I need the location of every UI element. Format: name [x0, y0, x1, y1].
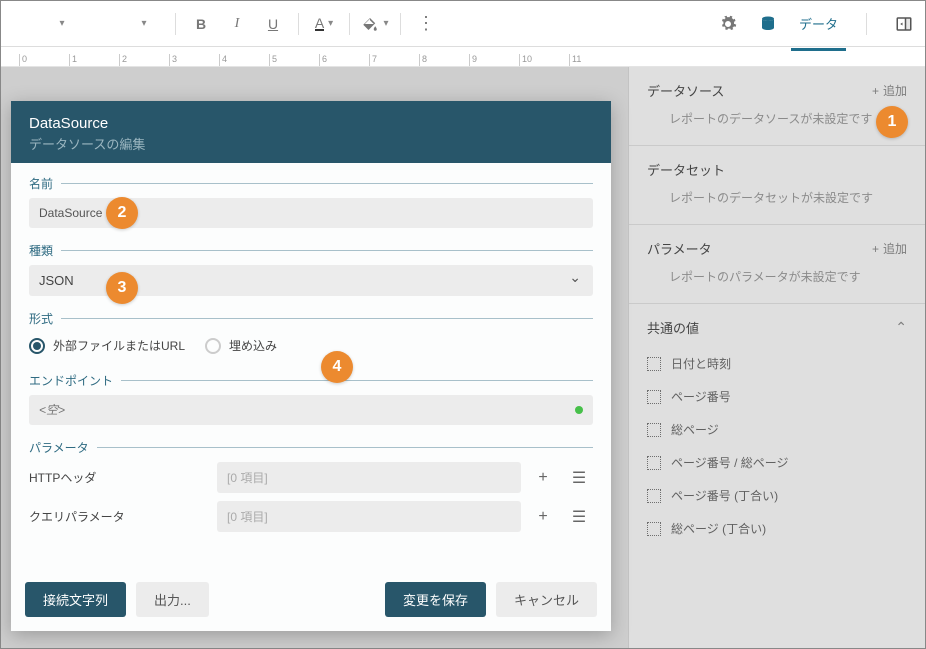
dialog-body: 名前 種類 JSON 形式 外部ファイルまたはURL 埋め込み: [11, 163, 611, 572]
format-embed-radio[interactable]: 埋め込み: [205, 337, 277, 354]
save-button[interactable]: 変更を保存: [385, 582, 486, 617]
ruler-tick: 10: [519, 54, 569, 66]
ruler-tick: 1: [69, 54, 119, 66]
fill-color-button[interactable]: [358, 8, 392, 40]
plus-icon: +: [538, 508, 547, 526]
radio-icon: [205, 338, 221, 354]
callout-badge-1: 1: [876, 106, 908, 138]
ruler-tick: 11: [569, 54, 619, 66]
callout-badge-3: 3: [106, 272, 138, 304]
section-title: 共通の値: [647, 318, 699, 337]
separator: [175, 13, 176, 35]
datasource-edit-dialog: DataSource データソースの編集 名前 種類 JSON 形式 外部ファイ…: [11, 101, 611, 631]
common-values-section: 共通の値 ⌃ 日付と時刻 ページ番号 総ページ ページ番号 / 総ページ ページ…: [629, 304, 925, 563]
dataset-section: データセット レポートのデータセットが未設定です: [629, 146, 925, 225]
panel-right-icon: [895, 15, 913, 33]
ruler: 0 1 2 3 4 5 6 7 8 9 10 11: [1, 47, 925, 67]
section-title: データセット: [647, 160, 725, 179]
status-indicator-icon: [575, 406, 583, 414]
separator: [298, 13, 299, 35]
ruler-tick: 7: [369, 54, 419, 66]
format-external-radio[interactable]: 外部ファイルまたはURL: [29, 337, 185, 354]
bold-button[interactable]: B: [184, 8, 218, 40]
ruler-tick: 4: [219, 54, 269, 66]
add-parameter-button[interactable]: + 追加: [872, 240, 907, 257]
common-value-item[interactable]: 総ページ (丁合い): [647, 512, 907, 545]
header-menu-button[interactable]: ☰: [565, 464, 593, 492]
common-value-item[interactable]: ページ番号 (丁合い): [647, 479, 907, 512]
field-icon: [647, 456, 661, 470]
dialog-header: DataSource データソースの編集: [11, 101, 611, 163]
endpoint-input[interactable]: [29, 395, 593, 425]
field-icon: [647, 522, 661, 536]
gear-icon: [719, 15, 737, 33]
menu-icon: ☰: [572, 507, 586, 527]
font-family-dropdown[interactable]: [5, 8, 115, 40]
settings-button[interactable]: [711, 8, 745, 40]
data-tab[interactable]: データ: [791, 4, 846, 43]
parameter-field: パラメータ HTTPヘッダ [0 項目] + ☰ クエリパラメータ [0 項目]…: [29, 439, 593, 532]
common-value-item[interactable]: ページ番号 / 総ページ: [647, 446, 907, 479]
database-icon: [759, 15, 777, 33]
field-icon: [647, 357, 661, 371]
font-color-button[interactable]: A: [307, 8, 341, 40]
chevron-up-icon[interactable]: ⌃: [895, 319, 907, 336]
query-param-label: クエリパラメータ: [29, 508, 209, 525]
parameter-section: パラメータ + 追加 レポートのパラメータが未設定です: [629, 225, 925, 304]
panel-toggle-button[interactable]: [887, 8, 921, 40]
common-value-item[interactable]: 日付と時刻: [647, 347, 907, 380]
query-param-value[interactable]: [0 項目]: [217, 501, 521, 532]
radio-icon: [29, 338, 45, 354]
menu-icon: ☰: [572, 468, 586, 488]
dialog-title: DataSource: [29, 115, 593, 132]
ruler-tick: 8: [419, 54, 469, 66]
separator: [866, 13, 867, 35]
ruler-tick: 3: [169, 54, 219, 66]
format-field: 形式 外部ファイルまたはURL 埋め込み: [29, 310, 593, 358]
italic-button[interactable]: I: [220, 8, 254, 40]
add-query-button[interactable]: +: [529, 503, 557, 531]
plus-icon: +: [538, 469, 547, 487]
separator: [349, 13, 350, 35]
dialog-subtitle: データソースの編集: [29, 134, 593, 153]
plus-icon: +: [872, 84, 879, 98]
ruler-tick: 2: [119, 54, 169, 66]
ruler-tick: 5: [269, 54, 319, 66]
add-datasource-button[interactable]: + 追加: [872, 82, 907, 99]
underline-button[interactable]: U: [256, 8, 290, 40]
endpoint-field: エンドポイント: [29, 372, 593, 425]
field-icon: [647, 423, 661, 437]
common-value-item[interactable]: ページ番号: [647, 380, 907, 413]
ruler-tick: 0: [19, 54, 69, 66]
ruler-tick: 6: [319, 54, 369, 66]
callout-badge-4: 4: [321, 351, 353, 383]
section-title: データソース: [647, 81, 724, 100]
add-header-button[interactable]: +: [529, 464, 557, 492]
export-button[interactable]: 出力...: [136, 582, 209, 617]
datasource-empty-text: レポートのデータソースが未設定です: [647, 110, 907, 127]
field-icon: [647, 390, 661, 404]
font-color-icon: A: [315, 17, 324, 31]
data-tab-icon[interactable]: [751, 8, 785, 40]
query-menu-button[interactable]: ☰: [565, 503, 593, 531]
http-header-value[interactable]: [0 項目]: [217, 462, 521, 493]
cancel-button[interactable]: キャンセル: [496, 582, 597, 617]
parameter-empty-text: レポートのパラメータが未設定です: [647, 268, 907, 285]
plus-icon: +: [872, 242, 879, 256]
callout-badge-2: 2: [106, 197, 138, 229]
paint-bucket-icon: [361, 15, 379, 33]
data-side-panel: データソース + 追加 レポートのデータソースが未設定です データセット レポー…: [628, 67, 925, 648]
dialog-footer: 接続文字列 出力... 変更を保存 キャンセル: [11, 572, 611, 631]
more-button[interactable]: ⋮: [409, 8, 443, 40]
connection-string-button[interactable]: 接続文字列: [25, 582, 126, 617]
font-size-dropdown[interactable]: [117, 8, 167, 40]
separator: [400, 13, 401, 35]
ruler-tick: 9: [469, 54, 519, 66]
section-title: パラメータ: [647, 239, 712, 258]
dataset-empty-text: レポートのデータセットが未設定です: [647, 189, 907, 206]
common-value-item[interactable]: 総ページ: [647, 413, 907, 446]
http-header-label: HTTPヘッダ: [29, 469, 209, 486]
field-icon: [647, 489, 661, 503]
toolbar: B I U A ⋮ データ: [1, 1, 925, 47]
